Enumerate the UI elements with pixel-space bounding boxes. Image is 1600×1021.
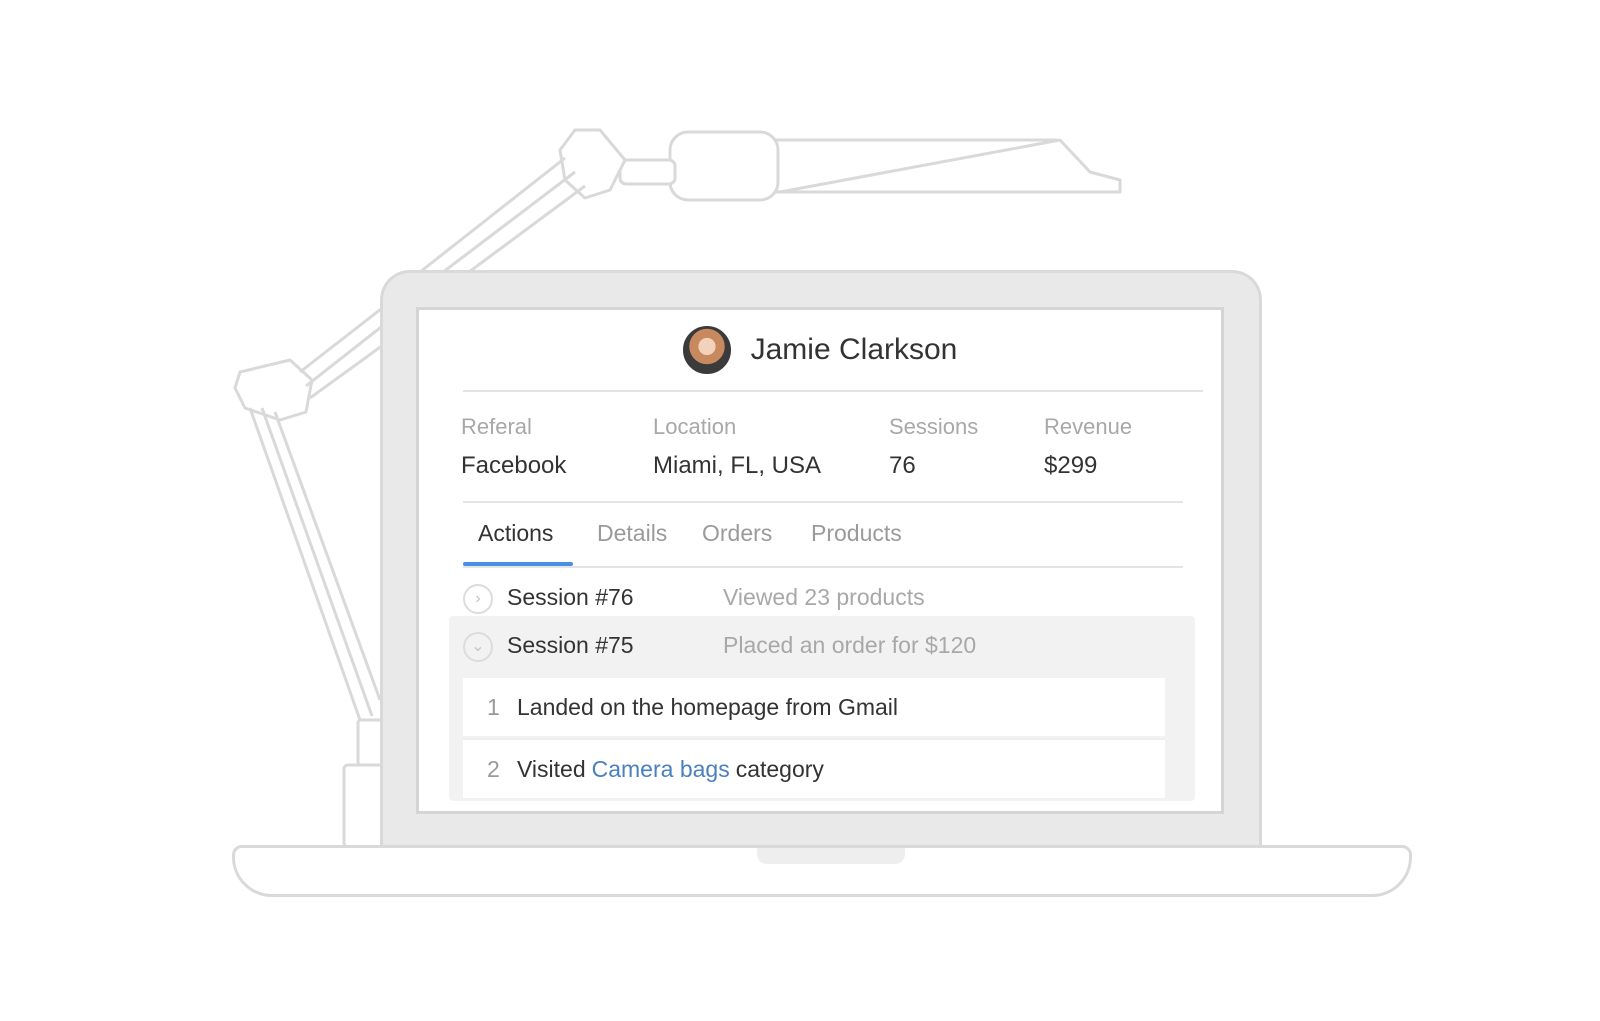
active-tab-indicator: [463, 562, 573, 566]
avatar: [682, 326, 731, 374]
tab-orders[interactable]: Orders: [702, 520, 772, 547]
session-title: Session #76: [507, 584, 634, 610]
session-summary: Placed an order for $120: [723, 632, 977, 658]
session-title: Session #75: [507, 632, 634, 658]
stat-location: Location Miami, FL, USA: [653, 414, 821, 480]
stat-value: Facebook: [461, 452, 567, 479]
stat-label: Sessions: [889, 414, 979, 439]
action-text: Visited: [517, 755, 586, 782]
stat-revenue: Revenue $299: [1044, 414, 1132, 480]
tab-details[interactable]: Details: [597, 520, 667, 547]
profile-header: Jamie Clarkson: [419, 326, 1221, 374]
stat-referral: Referal Facebook: [461, 414, 566, 480]
action-item: 2 Visited Camera bags category: [463, 738, 1165, 798]
header-divider: [463, 390, 1203, 392]
action-index: 1: [487, 693, 500, 720]
stat-sessions: Sessions 76: [889, 414, 978, 480]
stat-label: Location: [653, 414, 737, 439]
session-summary: Viewed 23 products: [723, 584, 925, 610]
stat-value: $299: [1044, 452, 1098, 479]
laptop-screen: Jamie Clarkson Referal Facebook Location…: [416, 307, 1224, 814]
stat-value: 76: [889, 452, 916, 479]
stat-label: Revenue: [1044, 414, 1133, 439]
action-index: 2: [487, 755, 500, 782]
laptop-notch: [757, 848, 905, 864]
action-text: Landed on the homepage from Gmail: [517, 693, 899, 720]
chevron-right-icon[interactable]: ›: [463, 584, 493, 614]
stat-label: Referal: [461, 414, 532, 439]
action-text: category: [735, 755, 824, 782]
tab-products[interactable]: Products: [811, 520, 902, 547]
chevron-down-icon[interactable]: ⌄: [463, 632, 493, 662]
stats-divider: [463, 501, 1183, 503]
action-item: 1 Landed on the homepage from Gmail: [463, 678, 1165, 736]
stat-value: Miami, FL, USA: [653, 452, 822, 479]
tab-actions[interactable]: Actions: [478, 520, 553, 547]
category-link[interactable]: Camera bags: [592, 756, 730, 783]
profile-name: Jamie Clarkson: [750, 333, 958, 366]
